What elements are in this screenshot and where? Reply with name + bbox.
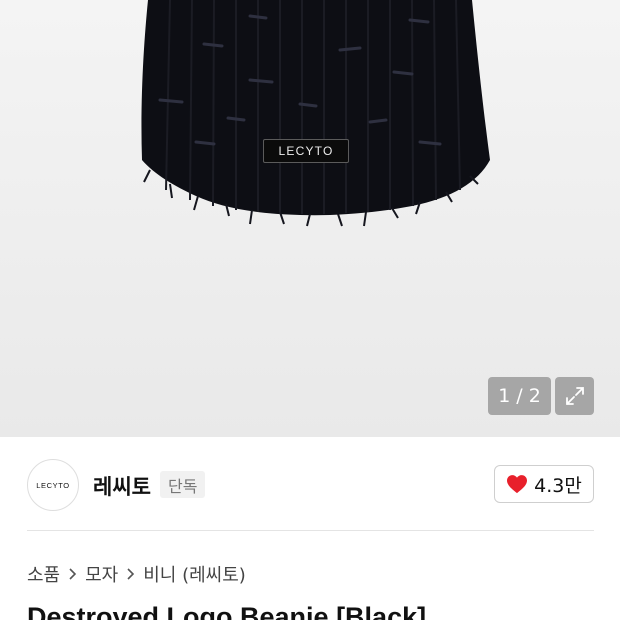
- product-title: Destroyed Logo Beanie [Black]: [27, 602, 427, 620]
- chevron-right-icon: [68, 567, 77, 581]
- breadcrumb-item-hats[interactable]: 모자: [85, 561, 118, 587]
- exclusive-badge: 단독: [160, 471, 206, 498]
- like-button[interactable]: 4.3만: [494, 465, 594, 503]
- breadcrumb-item-beanie[interactable]: 비니 (레씨토): [143, 561, 246, 587]
- brand-name[interactable]: 레씨토: [93, 471, 151, 501]
- page-separator: /: [516, 385, 523, 407]
- breadcrumb: 소품 모자 비니 (레씨토): [27, 561, 246, 587]
- total-pages: 2: [528, 385, 541, 407]
- expand-image-button[interactable]: [555, 377, 594, 415]
- image-page-counter: 1 / 2: [488, 377, 551, 415]
- product-image: [141, 0, 491, 227]
- product-brand-tag: LECYTO: [263, 139, 349, 163]
- like-count: 4.3만: [534, 474, 582, 497]
- breadcrumb-item-accessories[interactable]: 소품: [27, 561, 60, 587]
- chevron-right-icon: [126, 567, 135, 581]
- product-image-gallery[interactable]: LECYTO 1 / 2: [0, 0, 620, 437]
- heart-icon: [507, 475, 528, 494]
- brand-logo[interactable]: LECYTO: [27, 459, 79, 511]
- current-page: 1: [498, 385, 511, 407]
- expand-icon: [565, 387, 584, 405]
- section-divider: [27, 530, 594, 531]
- brand-row: LECYTO 레씨토 단독 4.3만: [0, 438, 620, 531]
